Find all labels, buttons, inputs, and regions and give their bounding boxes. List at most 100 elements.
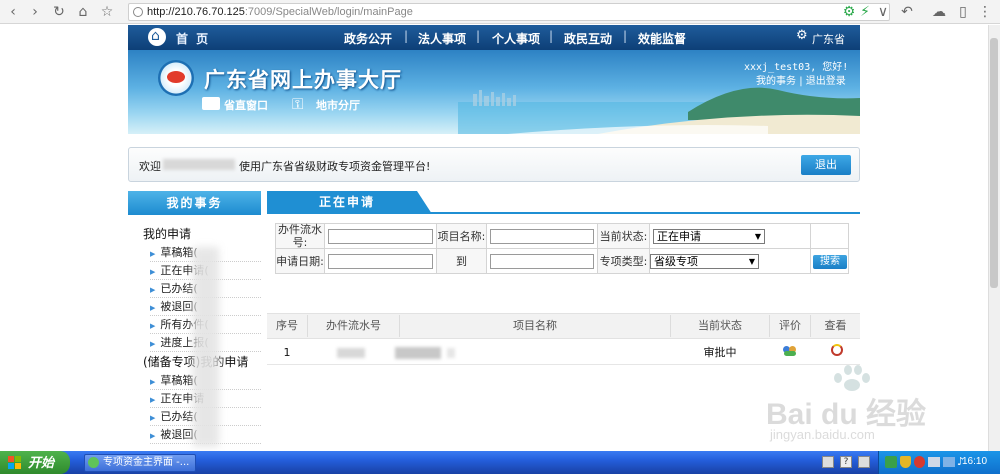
arrow-icon: ▶ [150,268,156,276]
url-host: http://210.76.70.125 [147,6,245,18]
redacted-flow-no-2 [395,347,441,359]
top-nav: ⌂ 首 页 政务公开 | 法人事项 | 个人事项 | 政民互动 | 效能监督 ⚙… [128,25,860,50]
phone-icon[interactable]: ▯ [954,3,972,21]
my-affairs-link[interactable]: 我的事务 [756,76,796,87]
site-title: 广东省网上办事大厅 [204,68,402,92]
arrow-icon: ▶ [150,304,156,312]
date-end-cell [486,248,598,274]
link-city-hall[interactable]: 地市分厅 [316,97,360,113]
nav-separator: | [549,29,554,43]
address-bar[interactable]: http://210.76.70.125:7009/SpecialWeb/log… [128,3,890,21]
dropdown-icon[interactable]: ∨ [874,3,892,21]
redacted-project-name [447,348,455,358]
col-index: 序号 [276,319,298,332]
home-icon[interactable]: ⌂ [148,28,166,46]
refresh-icon[interactable]: ↻ [50,3,68,21]
gear-icon[interactable]: ⚙ [796,28,808,43]
date-label: 申请日期: [275,248,325,274]
arrow-icon: ▶ [150,250,156,258]
search-button[interactable]: 搜索 [813,255,847,269]
sidebar-title: 我的事务 [128,191,261,215]
arrow-icon: ▶ [150,340,156,348]
redacted-flow-no [337,348,365,358]
forward-icon[interactable]: › [26,3,44,21]
welcome-message: 使用广东省省级财政专项资金管理平台! [239,160,431,173]
paw-logo-icon [830,363,872,391]
row-status: 审批中 [703,346,737,359]
sidebar: 我的事务 我的申请 ▶ 草稿箱( ▶ 正在申请( ▶ 已办结( ▶ 被退回( ▶ 所有办件… [128,191,261,451]
url-path: :7009/SpecialWeb/login/mainPage [244,6,413,18]
project-name-input[interactable] [490,229,594,244]
arrow-icon: ▶ [150,378,156,386]
scrollbar-thumb[interactable] [990,38,998,288]
nav-item-interaction[interactable]: 政民互动 [564,30,612,47]
nav-item-gov-affairs[interactable]: 政务公开 [344,30,392,47]
browser-icon [88,457,99,468]
watermark-site: jingyan.baidu.com [770,427,875,442]
network-icon[interactable] [885,456,897,468]
project-name-label: 项目名称: [436,223,487,249]
taskbar-window-item[interactable]: 专项资金主界面 -... [84,454,196,472]
globe-icon [133,7,143,17]
view-icon[interactable] [831,344,843,356]
nav-item-supervision[interactable]: 效能监督 [638,30,686,47]
undo-icon[interactable]: ↶ [898,3,916,21]
flow-no-cell [324,223,437,249]
nav-separator: | [404,29,409,43]
exit-button[interactable]: 退出 [801,155,851,175]
clock: 16:10 [962,456,988,467]
date-start-input[interactable] [328,254,433,269]
tray-monitor-icon[interactable] [822,456,834,468]
cloud-icon[interactable]: ☁ [930,3,948,21]
chevron-down-icon: ▼ [754,232,761,241]
col-status: 当前状态 [698,319,742,332]
type-cell: 省级专项 ▼ [649,248,811,274]
user-links: 我的事务 | 退出登录 [756,72,846,87]
user-greeting: xxxj_test03, 您好! [744,62,849,73]
banner: 广东省网上办事大厅 省直窗口 ⚿ 地市分厅 xxxj_test03, 您好! 我… [128,50,860,134]
flow-no-input[interactable] [328,229,433,244]
tab-applying[interactable]: 正在申请 [267,191,432,214]
arrow-icon: ▶ [150,414,156,422]
project-name-cell [486,223,598,249]
status-select[interactable]: 正在申请 ▼ [653,229,765,244]
tray-app-icon[interactable] [943,457,955,467]
key-icon: ⚿ [292,95,304,113]
search-cell: 搜索 [810,248,849,274]
nav-home[interactable]: 首 页 [176,30,210,47]
help-icon[interactable]: ? [840,456,852,468]
shield-icon[interactable] [900,456,911,468]
speed-icon[interactable]: ⚡ [856,3,874,21]
favorite-icon[interactable]: ☆ [98,3,116,21]
tray-window-icon[interactable] [858,456,870,468]
link-provincial-window[interactable]: 省直窗口 [224,97,268,113]
nav-item-personal[interactable]: 个人事项 [492,30,540,47]
type-select[interactable]: 省级专项 ▼ [650,254,759,269]
col-rating: 评价 [779,319,801,332]
type-label: 专项类型: [597,248,650,274]
display-icon[interactable] [928,457,940,467]
col-flow-no: 办件流水号 [326,319,381,332]
region-selector[interactable]: 广东省 [812,31,845,47]
redacted-counts [193,247,219,447]
home-icon[interactable]: ⌂ [74,3,92,21]
arrow-icon: ▶ [150,322,156,330]
logout-link[interactable]: 退出登录 [806,76,846,87]
start-button[interactable]: 开始 [0,451,70,474]
rating-icon[interactable] [783,345,797,356]
row-index: 1 [283,346,291,359]
menu-icon[interactable]: ⋮ [976,3,994,21]
chevron-down-icon: ▼ [748,257,755,266]
taskbar: 开始 专项资金主界面 -... ? ♪ 16:10 [0,451,1000,474]
nav-item-legal-person[interactable]: 法人事项 [418,30,466,47]
antivirus-icon[interactable] [914,456,925,468]
empty-cell [810,223,849,249]
col-project-name: 项目名称 [513,319,557,332]
status-cell: 正在申请 ▼ [649,223,811,249]
arrow-icon: ▶ [150,286,156,294]
windows-logo-icon [8,456,22,469]
date-end-input[interactable] [490,254,594,269]
sidebar-group-my-applications[interactable]: 我的申请 [128,225,261,243]
to-label: 到 [436,248,487,274]
back-icon[interactable]: ‹ [4,3,22,21]
